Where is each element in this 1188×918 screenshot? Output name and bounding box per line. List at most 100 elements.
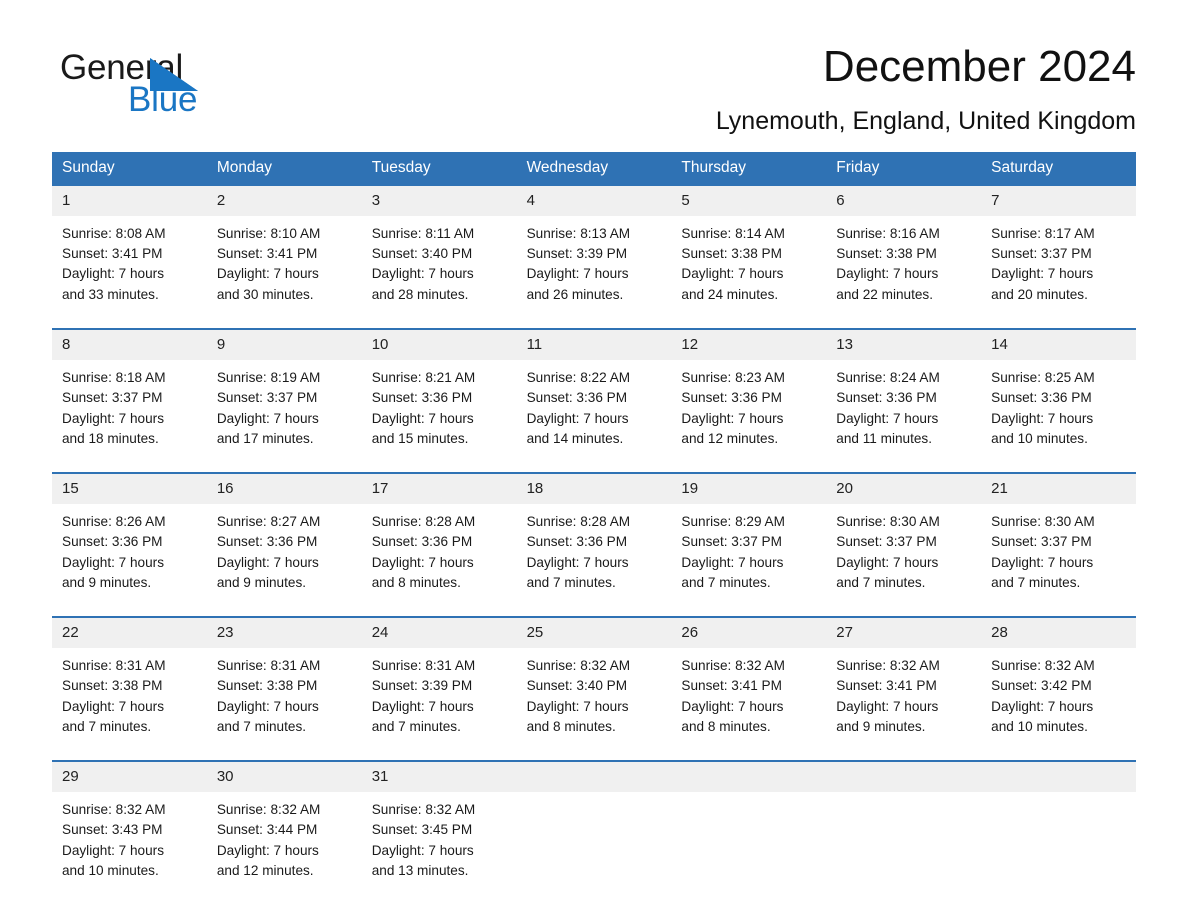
day-cell[interactable]: Sunrise: 8:31 AM Sunset: 3:38 PM Daylight:… <box>52 648 207 751</box>
general-blue-logo[interactable]: General Blue <box>52 42 282 128</box>
daylight-text-line1: Daylight: 7 hours <box>371 842 474 858</box>
day-number[interactable]: 12 <box>671 330 826 360</box>
day-cell[interactable]: Sunrise: 8:27 AM Sunset: 3:36 PM Daylight:… <box>207 504 362 607</box>
day-cell[interactable]: Sunrise: 8:11 AM Sunset: 3:40 PM Daylight:… <box>362 216 517 319</box>
day-number[interactable]: 30 <box>207 762 362 792</box>
sunrise-text: Sunrise: 8:25 AM <box>991 370 1095 386</box>
daylight-text-line1: Daylight: 7 hours <box>991 554 1094 570</box>
day-number[interactable]: 22 <box>52 618 207 648</box>
day-number[interactable]: 10 <box>362 330 517 360</box>
day-cell[interactable]: Sunrise: 8:32 AM Sunset: 3:41 PM Daylight:… <box>671 648 826 751</box>
day-cell[interactable]: Sunrise: 8:10 AM Sunset: 3:41 PM Daylight:… <box>207 216 362 319</box>
day-number[interactable]: 31 <box>362 762 517 792</box>
week-daynumber-band: 29 30 31 <box>52 762 1136 793</box>
sunrise-text: Sunrise: 8:14 AM <box>681 226 785 242</box>
daylight-text-line1: Daylight: 7 hours <box>836 266 939 282</box>
daylight-text-line2: and 9 minutes. <box>62 574 152 590</box>
day-cell[interactable]: Sunrise: 8:08 AM Sunset: 3:41 PM Daylight:… <box>52 216 207 319</box>
daylight-text-line1: Daylight: 7 hours <box>371 266 474 282</box>
day-number[interactable]: 11 <box>517 330 672 360</box>
day-number[interactable]: 7 <box>981 186 1136 216</box>
day-number[interactable]: 21 <box>981 474 1136 504</box>
daylight-text-line2: and 7 minutes. <box>216 718 307 734</box>
day-cell[interactable]: Sunrise: 8:25 AM Sunset: 3:36 PM Daylight:… <box>981 360 1136 463</box>
day-cell[interactable]: Sunrise: 8:23 AM Sunset: 3:36 PM Daylight:… <box>671 360 826 463</box>
day-cell[interactable]: Sunrise: 8:16 AM Sunset: 3:38 PM Daylight:… <box>826 216 981 319</box>
day-number[interactable]: 26 <box>671 618 826 648</box>
calendar-week-row: 22 23 24 25 26 27 28 Sunrise: 8:31 AM Sunset: 3:… <box>52 615 1136 752</box>
daylight-text-line2: and 7 minutes. <box>371 718 461 734</box>
daylight-text-line1: Daylight: 7 hours <box>62 698 165 714</box>
day-cell[interactable]: Sunrise: 8:32 AM Sunset: 3:41 PM Daylight:… <box>826 648 981 751</box>
calendar-page: General Blue December 2024 Lynemouth, En… <box>0 0 1188 918</box>
day-number[interactable]: 23 <box>207 618 362 648</box>
day-cell[interactable]: Sunrise: 8:29 AM Sunset: 3:37 PM Daylight:… <box>671 504 826 607</box>
day-cell[interactable]: Sunrise: 8:32 AM Sunset: 3:40 PM Daylight:… <box>517 648 672 751</box>
day-cell[interactable]: Sunrise: 8:32 AM Sunset: 3:44 PM Daylight:… <box>207 792 362 895</box>
daylight-text-line1: Daylight: 7 hours <box>526 266 629 282</box>
day-cell[interactable]: Sunrise: 8:32 AM Sunset: 3:45 PM Daylight:… <box>362 792 517 895</box>
day-number[interactable]: 1 <box>52 186 207 216</box>
day-number[interactable]: 24 <box>362 618 517 648</box>
day-number[interactable]: 3 <box>362 186 517 216</box>
day-number[interactable]: 9 <box>207 330 362 360</box>
day-cell[interactable]: Sunrise: 8:19 AM Sunset: 3:37 PM Daylight:… <box>207 360 362 463</box>
daylight-text-line2: and 7 minutes. <box>681 574 771 590</box>
daylight-text-line1: Daylight: 7 hours <box>216 266 319 282</box>
weekday-header-row: Sunday Monday Tuesday Wednesday Thursday… <box>52 152 1136 186</box>
day-number[interactable]: 13 <box>826 330 981 360</box>
day-number[interactable]: 27 <box>826 618 981 648</box>
weekday-thursday: Thursday <box>681 159 747 177</box>
day-cell[interactable]: Sunrise: 8:28 AM Sunset: 3:36 PM Daylight:… <box>517 504 672 607</box>
day-cell[interactable]: Sunrise: 8:21 AM Sunset: 3:36 PM Daylight:… <box>362 360 517 463</box>
day-cell[interactable]: Sunrise: 8:32 AM Sunset: 3:43 PM Daylight:… <box>52 792 207 895</box>
day-cell[interactable]: Sunrise: 8:31 AM Sunset: 3:38 PM Daylight:… <box>207 648 362 751</box>
daylight-text-line2: and 8 minutes. <box>371 574 461 590</box>
day-number[interactable]: 4 <box>517 186 672 216</box>
day-number[interactable]: 8 <box>52 330 207 360</box>
day-number[interactable]: 25 <box>517 618 672 648</box>
day-cell[interactable]: Sunrise: 8:30 AM Sunset: 3:37 PM Daylight:… <box>981 504 1136 607</box>
day-cell[interactable]: Sunrise: 8:22 AM Sunset: 3:36 PM Daylight:… <box>517 360 672 463</box>
day-number[interactable]: 6 <box>826 186 981 216</box>
day-number[interactable]: 2 <box>207 186 362 216</box>
sunset-text: Sunset: 3:41 PM <box>681 678 782 694</box>
sunset-text: Sunset: 3:37 PM <box>991 246 1092 262</box>
sunset-text: Sunset: 3:36 PM <box>991 390 1092 406</box>
location-subtitle: Lynemouth, England, United Kingdom <box>715 107 1136 136</box>
calendar-week-row: 29 30 31 Sunrise: 8:32 AM Sunset: 3:43 PM Day… <box>52 760 1136 896</box>
day-number[interactable]: 18 <box>517 474 672 504</box>
daylight-text-line1: Daylight: 7 hours <box>526 698 629 714</box>
week-daynumber-band: 15 16 17 18 19 20 21 <box>52 473 1136 505</box>
day-cell[interactable]: Sunrise: 8:18 AM Sunset: 3:37 PM Daylight:… <box>52 360 207 463</box>
day-number[interactable]: 28 <box>981 618 1136 648</box>
sunset-text: Sunset: 3:37 PM <box>991 534 1092 550</box>
day-number[interactable]: 16 <box>207 474 362 504</box>
day-cell[interactable]: Sunrise: 8:30 AM Sunset: 3:37 PM Daylight:… <box>826 504 981 607</box>
day-cell[interactable]: Sunrise: 8:26 AM Sunset: 3:36 PM Daylight:… <box>52 504 207 607</box>
sunrise-text: Sunrise: 8:21 AM <box>371 370 476 386</box>
day-number[interactable]: 20 <box>826 474 981 504</box>
daylight-text-line2: and 8 minutes. <box>526 718 616 734</box>
day-cell[interactable]: Sunrise: 8:17 AM Sunset: 3:37 PM Daylight:… <box>981 216 1136 319</box>
day-cell[interactable]: Sunrise: 8:14 AM Sunset: 3:38 PM Daylight:… <box>671 216 826 319</box>
sunset-text: Sunset: 3:36 PM <box>526 534 628 550</box>
day-number[interactable]: 15 <box>52 474 207 504</box>
sunrise-text: Sunrise: 8:08 AM <box>62 226 166 242</box>
sunset-text: Sunset: 3:38 PM <box>681 246 782 262</box>
day-number-empty <box>517 762 672 792</box>
daylight-text-line1: Daylight: 7 hours <box>681 410 784 426</box>
day-number[interactable]: 29 <box>52 762 207 792</box>
daylight-text-line1: Daylight: 7 hours <box>216 554 319 570</box>
day-cell[interactable]: Sunrise: 8:24 AM Sunset: 3:36 PM Daylight:… <box>826 360 981 463</box>
day-number[interactable]: 5 <box>671 186 826 216</box>
week-daybody-band: Sunrise: 8:32 AM Sunset: 3:43 PM Daylight:… <box>52 792 1136 896</box>
day-cell[interactable]: Sunrise: 8:31 AM Sunset: 3:39 PM Daylight:… <box>362 648 517 751</box>
day-number[interactable]: 14 <box>981 330 1136 360</box>
day-number[interactable]: 17 <box>362 474 517 504</box>
day-cell[interactable]: Sunrise: 8:32 AM Sunset: 3:42 PM Daylight:… <box>981 648 1136 751</box>
day-cell[interactable]: Sunrise: 8:28 AM Sunset: 3:36 PM Daylight:… <box>362 504 517 607</box>
day-number[interactable]: 19 <box>671 474 826 504</box>
sunrise-text: Sunrise: 8:32 AM <box>371 802 476 818</box>
day-cell[interactable]: Sunrise: 8:13 AM Sunset: 3:39 PM Daylight:… <box>517 216 672 319</box>
